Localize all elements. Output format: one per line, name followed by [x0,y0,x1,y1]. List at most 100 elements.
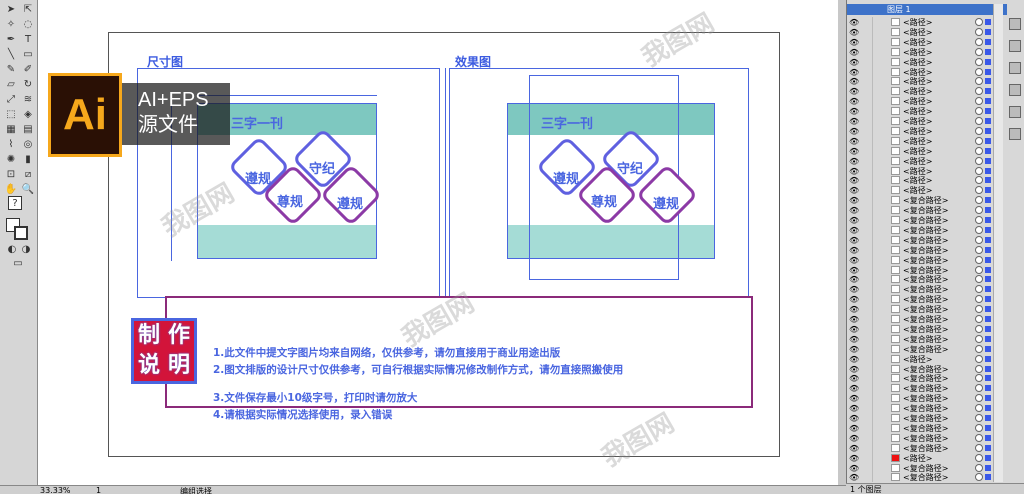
symbol-sprayer-icon[interactable]: ✺ [3,152,19,166]
screen-mode-icon[interactable]: ▭ [10,256,26,270]
magic-wand-icon[interactable]: ✧ [3,17,19,31]
selection-indicator[interactable] [985,78,991,85]
lock-cell[interactable] [861,452,873,463]
lock-cell[interactable] [861,294,873,305]
lock-cell[interactable] [861,145,873,156]
target-icon[interactable] [975,146,983,155]
eye-icon[interactable]: 👁 [849,117,859,126]
eye-icon[interactable]: 👁 [849,434,859,443]
eye-icon[interactable]: 👁 [849,414,859,423]
selection-indicator[interactable] [985,177,991,184]
layer-row[interactable]: 👁 <复合路径> [847,442,1007,453]
layer-row[interactable]: 👁 <路径> [847,66,1007,77]
layer-row[interactable]: 👁 <复合路径> [847,244,1007,255]
layer-row[interactable]: 👁 <复合路径> [847,383,1007,394]
layer-row[interactable]: 👁 <路径> [847,135,1007,146]
lock-cell[interactable] [861,264,873,275]
rotate-tool-icon[interactable]: ↻ [20,77,36,91]
target-icon[interactable] [975,225,983,234]
target-icon[interactable] [975,275,983,284]
layer-row[interactable]: 👁 <路径> [847,175,1007,186]
lock-cell[interactable] [861,304,873,315]
selection-indicator[interactable] [985,286,991,293]
eye-icon[interactable]: 👁 [849,127,859,136]
color-panel-icon[interactable] [1009,18,1021,30]
selection-indicator[interactable] [985,474,991,481]
lock-cell[interactable] [861,36,873,47]
target-icon[interactable] [975,344,983,353]
lock-cell[interactable] [861,333,873,344]
eye-icon[interactable]: 👁 [849,176,859,185]
selection-indicator[interactable] [985,415,991,421]
layer-row[interactable]: 👁 <复合路径> [847,323,1007,334]
target-icon[interactable] [975,394,983,403]
lock-cell[interactable] [861,195,873,206]
canvas-vertical-scrollbar[interactable] [838,0,846,485]
target-icon[interactable] [975,206,983,215]
selection-indicator[interactable] [985,335,991,342]
lock-cell[interactable] [861,413,873,423]
type-tool-icon[interactable]: T [20,32,36,46]
eye-icon[interactable]: 👁 [849,38,859,47]
selection-indicator[interactable] [985,108,991,115]
target-icon[interactable] [975,186,983,195]
target-icon[interactable] [975,126,983,135]
target-icon[interactable] [975,166,983,175]
lock-cell[interactable] [861,343,873,354]
target-icon[interactable] [975,57,983,66]
eye-icon[interactable]: 👁 [849,404,859,413]
selection-indicator[interactable] [985,316,991,322]
selection-indicator[interactable] [985,127,991,134]
selection-tool-icon[interactable]: ➤ [3,2,19,16]
target-icon[interactable] [975,374,983,383]
eye-icon[interactable]: 👁 [849,325,859,334]
layer-row[interactable]: 👁 <路径> [847,56,1007,67]
eye-icon[interactable]: 👁 [849,365,859,374]
selection-indicator[interactable] [985,38,991,45]
lock-cell[interactable] [861,66,873,77]
eye-icon[interactable]: 👁 [849,394,859,403]
layer-row[interactable]: 👁 <路径> [847,155,1007,166]
eye-icon[interactable]: 👁 [849,355,859,364]
selection-indicator[interactable] [985,385,991,392]
target-icon[interactable] [975,433,983,442]
layers-scrollbar[interactable] [993,4,1003,482]
lock-cell[interactable] [861,17,873,27]
layer-row[interactable]: 👁 <复合路径> [847,373,1007,384]
layer-row[interactable]: 👁 <复合路径> [847,284,1007,295]
eye-icon[interactable]: 👁 [849,28,859,37]
target-icon[interactable] [975,156,983,165]
eye-icon[interactable]: 👁 [849,256,859,265]
eye-icon[interactable]: 👁 [849,68,859,77]
blend-tool-icon[interactable]: ◎ [20,137,36,151]
target-icon[interactable] [975,117,983,125]
eye-icon[interactable]: 👁 [849,444,859,453]
lock-cell[interactable] [861,106,873,117]
document-canvas[interactable]: 尺寸图 效果图 三字一刊 遵规 守纪 尊规 遵规 三字一刊 遵规 守纪 尊规 遵… [38,0,838,485]
target-icon[interactable] [975,87,983,96]
eye-icon[interactable]: 👁 [849,87,859,96]
layer-row[interactable]: 👁 <复合路径> [847,205,1007,216]
gradient-mode-icon[interactable]: ◑ [18,242,34,256]
line-tool-icon[interactable]: ╲ [3,47,19,61]
target-icon[interactable] [975,423,983,432]
layer-row[interactable]: 👁 <复合路径> [847,363,1007,374]
target-icon[interactable] [975,334,983,343]
eraser-tool-icon[interactable]: ▱ [3,77,19,91]
gradient-tool-icon[interactable]: ▤ [20,122,36,136]
lock-cell[interactable] [861,165,873,176]
selection-indicator[interactable] [985,236,991,243]
target-icon[interactable] [975,77,983,86]
page-number[interactable]: 1 [96,486,101,494]
eye-icon[interactable]: 👁 [849,266,859,275]
target-icon[interactable] [975,364,983,373]
symbols-panel-icon[interactable] [1009,84,1021,96]
target-icon[interactable] [975,315,983,323]
eye-icon[interactable]: 👁 [849,473,859,482]
lock-cell[interactable] [861,86,873,97]
target-icon[interactable] [975,305,983,314]
eye-icon[interactable]: 👁 [849,295,859,304]
selection-indicator[interactable] [985,58,991,65]
layer-row[interactable]: 👁 <复合路径> [847,432,1007,443]
eye-icon[interactable]: 👁 [849,216,859,225]
